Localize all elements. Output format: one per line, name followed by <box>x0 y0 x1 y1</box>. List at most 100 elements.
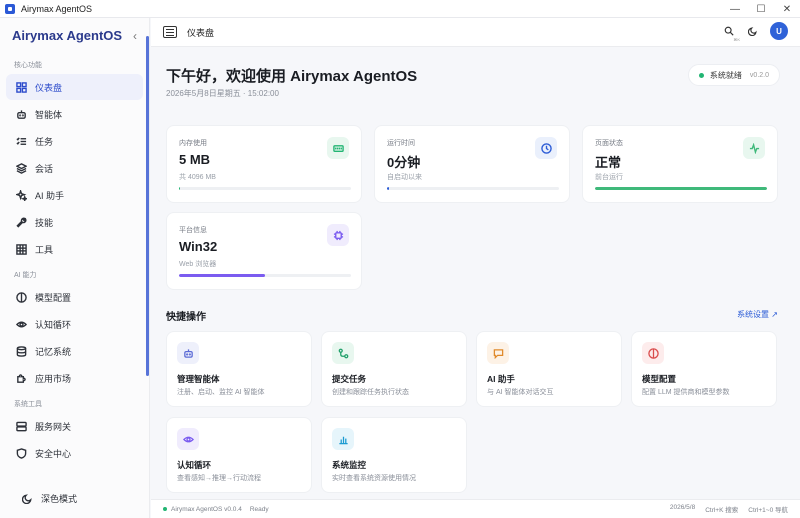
app-logo-icon <box>5 3 15 14</box>
minimize-button[interactable]: — <box>722 0 748 18</box>
quick-action-title: AI 助手 <box>487 374 515 384</box>
chat-icon <box>487 342 509 364</box>
moon-icon <box>748 27 757 36</box>
quick-action-cognitive-loop[interactable]: 认知循环 查看感知→推理→行动流程 <box>166 417 312 493</box>
progress-fill <box>179 187 181 190</box>
progress-track <box>595 187 767 190</box>
task-list-icon <box>15 135 27 147</box>
moon-icon <box>21 492 33 504</box>
close-button[interactable]: ✕ <box>774 0 800 18</box>
stat-label: 平台信息 <box>179 227 207 234</box>
theme-toggle-button[interactable] <box>746 24 760 38</box>
sidebar-item-gateway[interactable]: 服务网关 <box>6 413 143 439</box>
sidebar-item-label: 会话 <box>35 163 54 174</box>
status-bar: Airymax AgentOS v0.0.4 Ready 2026/5/8 Ct… <box>151 499 800 518</box>
status-dot-icon <box>698 72 704 78</box>
sidebar-item-sessions[interactable]: 会话 <box>6 155 143 181</box>
sidebar-item-label: 工具 <box>35 244 54 255</box>
sidebar-brand-row: Airymax AgentOS ‹ <box>0 18 149 53</box>
header-actions: ⌘K U <box>722 22 788 42</box>
sidebar-item-dashboard[interactable]: 仪表盘 <box>6 74 143 100</box>
task-icon <box>332 342 354 364</box>
wrench-icon <box>15 216 27 228</box>
dark-mode-label: 深色模式 <box>41 493 78 504</box>
sidebar-item-label: 服务网关 <box>35 421 72 432</box>
window-title: Airymax AgentOS <box>21 3 93 14</box>
sidebar-item-label: 模型配置 <box>35 292 72 303</box>
sidebar-item-agents[interactable]: 智能体 <box>6 101 143 127</box>
stat-sub: 前台运行 <box>595 174 623 181</box>
header-title: 仪表盘 <box>187 27 215 38</box>
server-icon <box>15 420 27 432</box>
maximize-button[interactable]: ☐ <box>748 0 774 18</box>
quick-action-desc: 查看感知→推理→行动流程 <box>177 475 261 482</box>
sidebar-item-skills[interactable]: 技能 <box>6 209 143 235</box>
quick-action-title: 认知循环 <box>177 460 212 470</box>
model-icon <box>642 342 664 364</box>
status-badge: 系统就绪 v0.2.0 <box>687 64 780 86</box>
sidebar-item-label: 仪表盘 <box>35 82 63 93</box>
quick-action-model-config[interactable]: 模型配置 配置 LLM 提供商和模型参数 <box>631 331 777 407</box>
stat-card-uptime: 运行时间 0分钟 自启动以来 <box>374 125 570 203</box>
quick-action-desc: 实时查看系统资源使用情况 <box>332 475 416 482</box>
sidebar-item-label: 应用市场 <box>35 373 72 384</box>
sidebar-item-tools[interactable]: 工具 <box>6 236 143 262</box>
dashboard-icon <box>15 81 27 93</box>
sidebar-item-model-config[interactable]: 模型配置 <box>6 284 143 310</box>
quick-actions-title: 快捷操作 <box>166 312 206 323</box>
sidebar: Airymax AgentOS ‹ 核心功能 仪表盘 智能体 任务 会话 AI … <box>0 18 150 518</box>
quick-action-desc: 注册、启动、监控 AI 智能体 <box>177 389 265 396</box>
collapse-sidebar-icon[interactable]: ‹ <box>133 29 137 43</box>
quick-action-manage-agents[interactable]: 管理智能体 注册、启动、监控 AI 智能体 <box>166 331 312 407</box>
ready-dot-icon <box>163 507 167 511</box>
main-content: 下午好，欢迎使用 Airymax AgentOS 2026年5月8日星期五 · … <box>151 47 800 499</box>
stat-card-memory: 内存使用 5 MB 共 4096 MB <box>166 125 362 203</box>
stat-value: 0分钟 <box>387 155 421 170</box>
stat-value: 正常 <box>595 155 622 170</box>
quick-action-title: 模型配置 <box>642 374 677 384</box>
memory-icon <box>327 137 349 159</box>
stat-label: 内存使用 <box>179 140 207 147</box>
model-icon <box>15 291 27 303</box>
sidebar-item-label: 认知循环 <box>35 319 72 330</box>
search-button[interactable]: ⌘K <box>722 24 740 42</box>
quick-action-submit-task[interactable]: 提交任务 创建和跟踪任务执行状态 <box>321 331 467 407</box>
quick-action-system-monitor[interactable]: 系统监控 实时查看系统资源使用情况 <box>321 417 467 493</box>
sparkle-icon <box>15 189 27 201</box>
avatar[interactable]: U <box>770 22 788 40</box>
robot-icon <box>15 108 27 120</box>
search-icon <box>724 26 734 36</box>
sidebar-item-memory[interactable]: 记忆系统 <box>6 338 143 364</box>
sidebar-item-label: AI 助手 <box>35 190 65 201</box>
status-label: 系统就绪 <box>709 70 742 80</box>
puzzle-icon <box>15 372 27 384</box>
quick-action-title: 管理智能体 <box>177 374 220 384</box>
layers-icon <box>15 162 27 174</box>
quick-action-desc: 配置 LLM 提供商和模型参数 <box>642 389 730 396</box>
current-datetime: 2026年5月8日星期五 · 15:02:00 <box>166 89 279 98</box>
sidebar-item-ai-assistant[interactable]: AI 助手 <box>6 182 143 208</box>
progress-fill <box>595 187 767 190</box>
robot-icon <box>177 342 199 364</box>
menu-toggle-button[interactable] <box>163 26 177 38</box>
progress-fill <box>387 187 389 190</box>
dark-mode-toggle[interactable]: 深色模式 <box>12 485 150 511</box>
sidebar-item-app-market[interactable]: 应用市场 <box>6 365 143 391</box>
bar-chart-icon <box>332 428 354 450</box>
quick-action-ai-assistant[interactable]: AI 助手 与 AI 智能体对话交互 <box>476 331 622 407</box>
progress-track <box>179 274 351 277</box>
sidebar-scrollbar[interactable] <box>146 36 149 376</box>
version-label: v0.2.0 <box>749 71 769 79</box>
footer-shortcut-search: Ctrl+K 搜索 <box>705 507 739 514</box>
sidebar-item-security[interactable]: 安全中心 <box>6 440 143 466</box>
activity-icon <box>743 137 765 159</box>
search-shortcut-hint: ⌘K <box>733 37 740 42</box>
window-titlebar: Airymax AgentOS — ☐ ✕ <box>0 0 800 18</box>
sidebar-item-label: 智能体 <box>35 109 63 120</box>
quick-action-desc: 与 AI 智能体对话交互 <box>487 389 554 396</box>
quick-action-desc: 创建和跟踪任务执行状态 <box>332 389 409 396</box>
system-settings-link[interactable]: 系统设置 ↗ <box>737 309 778 320</box>
sidebar-item-cognitive-loop[interactable]: 认知循环 <box>6 311 143 337</box>
sidebar-item-tasks[interactable]: 任务 <box>6 128 143 154</box>
quick-action-title: 提交任务 <box>332 374 367 384</box>
